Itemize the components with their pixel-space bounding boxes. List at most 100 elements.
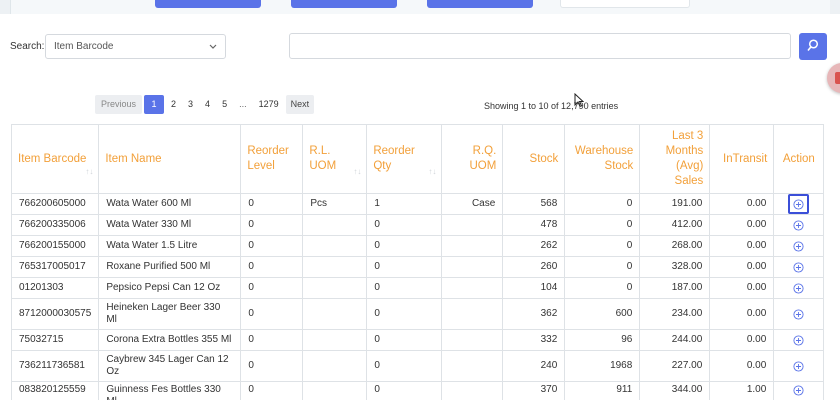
cell-in-transit: 0.00 <box>709 329 775 351</box>
col-header-in-transit[interactable]: InTransit <box>709 124 775 194</box>
col-header-avg-sales[interactable]: Last 3 Months (Avg) Sales <box>639 124 711 194</box>
table-row: 736211736581 Caybrew 345 Lager Can 12 Oz… <box>10 350 825 382</box>
cell-warehouse-stock: 0 <box>564 193 641 215</box>
cell-reorder-level: 0 <box>240 298 304 330</box>
previous-page-button[interactable]: Previous <box>95 94 143 114</box>
table-row: 766200335006 Wata Water 330 Ml 0 0 478 0… <box>10 214 825 236</box>
add-item-button[interactable] <box>788 257 809 277</box>
toolbar-button-3[interactable] <box>427 0 533 8</box>
cell-in-transit: 0.00 <box>709 235 775 257</box>
sort-icon: ↑↓ <box>353 167 362 176</box>
col-header-action: Action <box>773 124 825 194</box>
cell-warehouse-stock: 0 <box>564 277 641 299</box>
cell-warehouse-stock: 0 <box>564 235 641 257</box>
cell-reorder-qty: 0 <box>366 214 443 236</box>
page-1-button[interactable]: 1 <box>144 94 165 114</box>
next-page-button[interactable]: Next <box>285 94 315 114</box>
search-button[interactable] <box>799 33 827 60</box>
add-item-button[interactable] <box>788 278 809 298</box>
col-header-item-name[interactable]: Item Name <box>98 124 242 194</box>
cell-rl-uom <box>302 214 368 236</box>
cell-in-transit: 0.00 <box>709 214 775 236</box>
cell-barcode: 083820125559 <box>10 381 100 400</box>
search-icon <box>807 38 819 55</box>
add-item-button[interactable] <box>788 215 809 235</box>
cell-rl-uom <box>302 381 368 400</box>
cell-reorder-qty: 0 <box>366 329 443 351</box>
cell-item-name: Corona Extra Bottles 355 Ml <box>98 329 242 351</box>
plus-circle-icon <box>793 219 804 231</box>
page-5-button[interactable]: 5 <box>217 95 232 114</box>
cell-reorder-qty: 0 <box>366 298 443 330</box>
cell-rl-uom: Pcs <box>302 193 368 215</box>
cell-barcode: 765317005017 <box>10 256 100 278</box>
reorder-table: Item Barcode ↑↓ Item Name Reorder Level R… <box>10 124 825 400</box>
cell-action <box>773 350 825 382</box>
add-item-button[interactable] <box>788 194 810 214</box>
cell-reorder-qty: 0 <box>366 381 443 400</box>
cell-warehouse-stock: 0 <box>564 256 641 278</box>
cell-avg-sales: 234.00 <box>639 298 711 330</box>
cell-in-transit: 0.00 <box>709 193 775 215</box>
page-4-button[interactable]: 4 <box>200 95 215 114</box>
cell-rl-uom <box>302 329 368 351</box>
cell-rl-uom <box>302 350 368 382</box>
page-3-button[interactable]: 3 <box>183 95 198 114</box>
cell-rq-uom <box>441 298 504 330</box>
page-2-button[interactable]: 2 <box>166 95 181 114</box>
cell-stock: 362 <box>502 298 566 330</box>
cell-action <box>773 235 825 257</box>
cell-barcode: 01201303 <box>10 277 100 299</box>
cell-barcode: 766200605000 <box>10 193 100 215</box>
cell-action <box>773 214 825 236</box>
cell-action <box>773 277 825 299</box>
cell-reorder-level: 0 <box>240 193 304 215</box>
side-widget-button[interactable] <box>827 63 840 93</box>
table-row: 766200605000 Wata Water 600 Ml 0 Pcs 1 C… <box>10 193 825 215</box>
cell-stock: 370 <box>502 381 566 400</box>
entries-info: Showing 1 to 10 of 12,790 entries <box>484 101 619 111</box>
cell-stock: 568 <box>502 193 566 215</box>
search-field-value: Item Barcode <box>54 41 114 52</box>
cell-reorder-level: 0 <box>240 381 304 400</box>
col-header-rl-uom[interactable]: R.L. UOM ↑↓ <box>302 124 368 194</box>
table-row: 766200155000 Wata Water 1.5 Litre 0 0 26… <box>10 235 825 257</box>
col-header-warehouse-stock[interactable]: Warehouse Stock <box>564 124 641 194</box>
cell-rq-uom <box>441 256 504 278</box>
cell-avg-sales: 191.00 <box>639 193 711 215</box>
search-input[interactable] <box>289 33 791 59</box>
col-header-reorder-level[interactable]: Reorder Level <box>240 124 304 194</box>
toolbar-button-2[interactable] <box>291 0 397 8</box>
col-header-stock[interactable]: Stock <box>502 124 566 194</box>
cell-item-name: Roxane Purified 500 Ml <box>98 256 242 278</box>
search-field-select[interactable]: Item Barcode <box>45 34 226 59</box>
add-item-button[interactable] <box>788 356 809 376</box>
add-item-button[interactable] <box>788 304 809 324</box>
col-header-reorder-qty[interactable]: Reorder Qty ↑↓ <box>366 124 443 194</box>
chevron-down-icon <box>209 42 217 52</box>
col-header-item-barcode[interactable]: Item Barcode ↑↓ <box>10 124 100 194</box>
cell-barcode: 766200155000 <box>10 235 100 257</box>
cell-in-transit: 1.00 <box>709 381 775 400</box>
add-item-button[interactable] <box>788 236 809 256</box>
cell-reorder-level: 0 <box>240 329 304 351</box>
toolbar-button-1[interactable] <box>155 0 261 8</box>
cell-item-name: Pepsico Pepsi Can 12 Oz <box>98 277 242 299</box>
col-header-rq-uom[interactable]: R.Q. UOM <box>441 124 504 194</box>
cell-action <box>773 256 825 278</box>
cell-rl-uom <box>302 235 368 257</box>
cell-avg-sales: 187.00 <box>639 277 711 299</box>
cell-in-transit: 0.00 <box>709 298 775 330</box>
plus-circle-icon <box>793 261 804 273</box>
toolbar-input[interactable] <box>560 0 690 8</box>
cell-rl-uom <box>302 277 368 299</box>
cell-action <box>773 381 825 400</box>
cell-rq-uom <box>441 329 504 351</box>
add-item-button[interactable] <box>788 330 809 350</box>
cell-stock: 332 <box>502 329 566 351</box>
add-item-button[interactable] <box>788 384 809 396</box>
cell-rl-uom <box>302 256 368 278</box>
cell-stock: 104 <box>502 277 566 299</box>
cell-stock: 260 <box>502 256 566 278</box>
page-last-button[interactable]: 1279 <box>254 95 284 114</box>
